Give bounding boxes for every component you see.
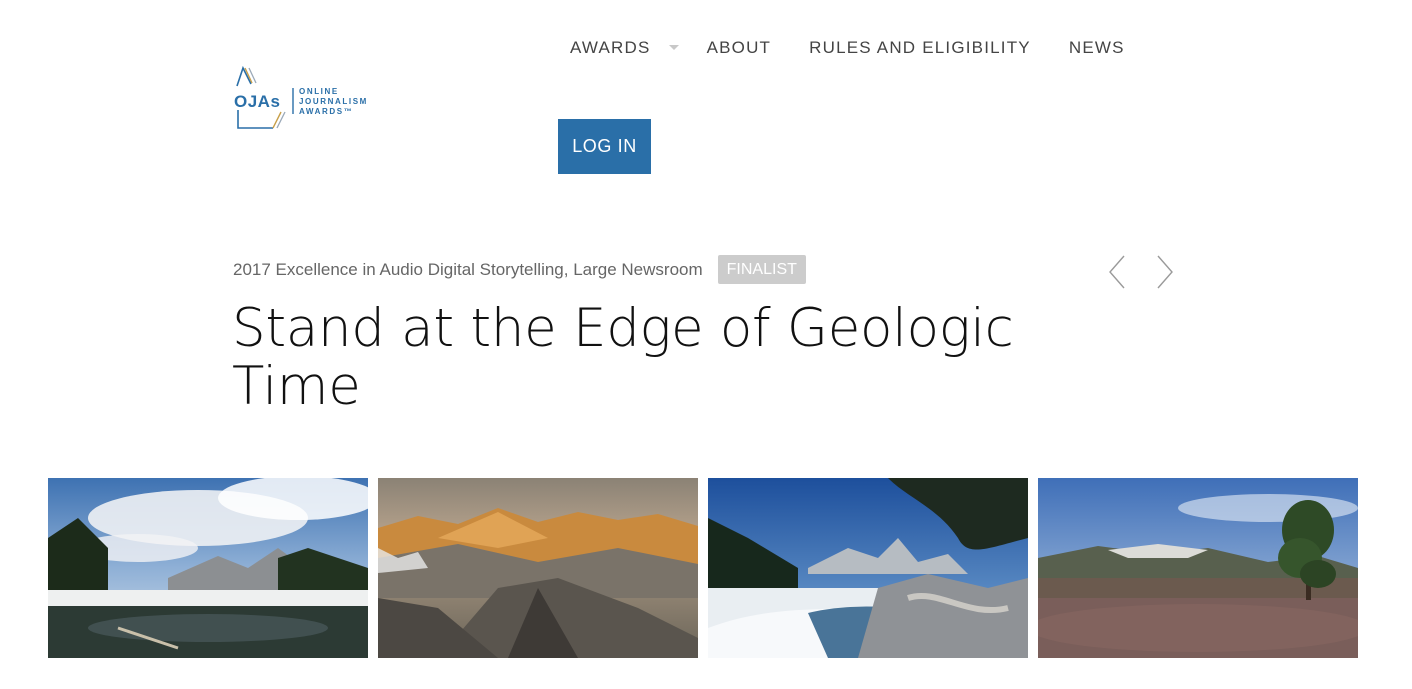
nav-item-news[interactable]: NEWS — [1069, 36, 1125, 60]
frozen-lake-tree-roots-photo[interactable] — [708, 478, 1028, 658]
login-button[interactable]: LOG IN — [558, 119, 651, 174]
logo-line-1: ONLINE — [299, 87, 339, 96]
entry-title: Stand at the Edge of Geologic Time — [232, 298, 1014, 417]
chevron-left-icon[interactable] — [1106, 254, 1130, 290]
chevron-down-icon[interactable] — [668, 44, 679, 50]
nav-item-awards[interactable]: AWARDS — [570, 36, 707, 60]
nav-item-rules-and-eligibility[interactable]: RULES AND ELIGIBILITY — [809, 36, 1031, 60]
alpine-lake-snow-photo[interactable] — [48, 478, 368, 658]
entry-category[interactable]: 2017 Excellence in Audio Digital Storyte… — [233, 260, 703, 280]
sunset-mountain-ridge-photo[interactable] — [378, 478, 698, 658]
nav-item-awards-label: AWARDS — [570, 38, 651, 57]
photo-gallery — [48, 478, 1358, 658]
meadow-pine-tree-photo[interactable] — [1038, 478, 1358, 658]
page: OJAs ONLINE JOURNALISM AWARDS™ AWARDS AB… — [0, 0, 1412, 689]
nav-item-about[interactable]: ABOUT — [707, 36, 772, 60]
main-nav: AWARDS ABOUT RULES AND ELIGIBILITY NEWS — [570, 36, 1125, 60]
entry-category-line: 2017 Excellence in Audio Digital Storyte… — [233, 255, 806, 284]
ojas-logo[interactable]: OJAs ONLINE JOURNALISM AWARDS™ — [233, 64, 393, 134]
logo-line-2: JOURNALISM — [299, 97, 368, 106]
logo-mark: OJAs — [234, 92, 280, 111]
chevron-right-icon[interactable] — [1152, 254, 1176, 290]
logo-line-3: AWARDS™ — [299, 107, 353, 116]
finalist-badge: FINALIST — [717, 255, 806, 284]
